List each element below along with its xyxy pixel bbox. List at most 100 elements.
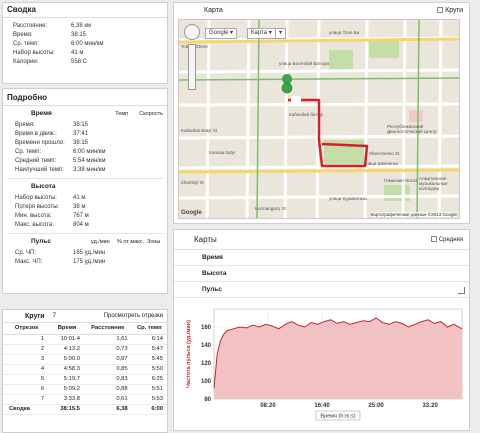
map-poi-diagnostic-center: Республиканский Диагностический Центр [387,124,437,134]
street-label-tole-bi-ru: улица Толе Би [329,30,360,35]
heart-rate-area [214,318,462,399]
chart-row-elevation[interactable]: Высота [174,266,469,282]
street-label-kabanbai: Кабанбай батыр [289,112,324,117]
summary-value: 41 м [71,50,84,56]
laps-col-header[interactable]: Время [50,323,84,335]
table-cell: 0,83 [83,374,132,385]
summary-value: 38:15 [71,32,87,38]
time-row: Время в движ.: 37:41 [3,130,167,139]
elevation-label: Макс. высота: [15,222,54,228]
laps-count: 7 [52,313,56,319]
table-cell: 3 [3,354,51,365]
street-label-bogenbai: улица Богенбай Батыра [279,61,330,66]
time-label: Наилучший темп: [15,167,64,173]
table-cell: 4 [3,364,51,375]
laps-col-header[interactable]: Расстояние [83,323,132,335]
time-label: Времени прошло: [15,140,65,146]
map-canvas[interactable]: Tole Bi Street улица Толе Би улица Боген… [178,19,460,219]
time-value: 5:54 мин/км [73,158,106,164]
pulse-section-header: Пульс уд./мин % от макс. Зоны [3,237,167,247]
table-cell: 0,61 [83,394,132,405]
table-row[interactable]: 5 5:19.7 0,83 6:25 [3,374,167,385]
time-label: Ср. темп: [15,149,42,155]
table-row[interactable]: 1 10:01.4 1,61 6:14 [3,334,167,345]
table-cell: 4:58.3 [50,364,84,375]
total-cell: 6,38 [83,404,132,415]
table-cell: 5:19.7 [50,374,84,385]
laps-col-header[interactable]: Отрезок [3,323,51,335]
time-row: Время: 38:15 [3,121,167,130]
table-row[interactable]: 3 5:00.0 0,87 5:45 [3,354,167,365]
summary-label: Ср. темп: [13,41,40,47]
col-zones[interactable]: Зоны [147,237,160,247]
avg-checkbox[interactable] [431,236,438,243]
time-row: Средний темп: 5:54 мин/км [3,157,167,166]
table-cell: 2 [3,344,51,355]
avg-toggle[interactable]: Средняя [431,230,463,250]
time-section-title: Время [31,110,52,117]
google-layer-label: Google [209,30,229,36]
table-cell: 6:14 [131,334,167,345]
table-cell: 5:45 [131,354,167,365]
laps-panel: Круги 7 Просмотреть отрезки Отрезок Время… [2,309,168,433]
zoom-slider[interactable] [188,44,196,90]
table-row[interactable]: 7 3:33.8 0,61 5:53 [3,394,167,405]
y-tick-label: 160 [201,325,212,331]
time-section-header: Время Темп Скорость [3,106,167,119]
pulse-row: Ср. ЧП: 165 уд./мин [3,249,167,258]
laps-toggle[interactable]: Круги [437,3,463,18]
x-tick-label: 16:40 [314,403,330,409]
elevation-value: 41 м [73,195,86,201]
pulse-list: Ср. ЧП: 165 уд./мин Макс. ЧП: 175 уд./мин [3,247,167,267]
map-type-dropdown[interactable]: ▾ [275,28,286,39]
map-attribution: Картографические данные ©2013 Google [370,212,457,217]
table-row[interactable]: 4 4:58.3 0,85 5:50 [3,364,167,375]
y-axis-label: Частота пульса (уд./мин) [186,320,192,388]
map-type-label: Карта [251,30,268,36]
map-type-button[interactable]: Карта ▾ [247,28,276,39]
summary-value: 6:00 мин/км [71,41,104,47]
table-cell: 0,85 [83,364,132,375]
elevation-section-header: Высота [3,182,167,192]
summary-value: 6,38 км [71,23,92,29]
map-poi-music-college: Алматинские музыкальные колледжи [419,176,448,191]
google-logo: Google [181,210,202,216]
detail-panel: Подробно Время Темп Скорость Время: 38:15… [2,88,168,294]
pulse-label: Макс. ЧП: [15,259,43,265]
table-cell: 5:09.2 [50,384,84,395]
summary-label: Калории: [13,59,39,65]
pulse-label: Ср. ЧП: [15,250,36,256]
table-cell: 5:51 [131,384,167,395]
pan-control[interactable] [184,24,200,40]
map-poi-gymnasium: Гимназия №134 [384,178,418,183]
laps-header: Круги 7 Просмотреть отрезки [3,310,167,323]
google-layer-button[interactable]: Google ▾ [205,28,238,39]
chart-row-pulse-label: Пульс [202,286,222,293]
laps-col-header[interactable]: Ср. темп [131,323,167,335]
chart-row-pulse[interactable]: Пульс [174,282,469,298]
laps-checkbox[interactable] [437,7,444,14]
chart-expand-icon[interactable] [458,287,465,294]
time-value: 38:15 [73,122,89,128]
col-speed[interactable]: Скорость [139,109,163,119]
chart-row-time[interactable]: Время [174,250,469,266]
view-splits-link[interactable]: Просмотреть отрезки [104,310,163,322]
pulse-section-title: Пульс [31,238,51,245]
charts-title: Карты [194,235,217,244]
summary-label: Время: [13,32,33,38]
table-row[interactable]: 2 4:13.2 0,73 5:47 [3,344,167,355]
time-label: Время: [15,122,35,128]
col-pct-max[interactable]: % от макс. [117,237,147,247]
x-tick-label: 25:00 [368,403,384,409]
table-cell: 5:50 [131,364,167,375]
y-tick-label: 100 [201,379,212,385]
elevation-label: Набор высоты: [15,195,57,201]
time-row: Времени прошло: 38:15 [3,139,167,148]
col-pace[interactable]: Темп [115,109,139,119]
table-cell: 0,73 [83,344,132,355]
col-bpm[interactable]: уд./мин [91,237,117,247]
table-row[interactable]: 6 5:09.2 0,88 5:51 [3,384,167,395]
summary-panel: Сводка Расстояние: 6,38 км Время: 38:15 Ср. … [2,2,168,84]
laps-table: Отрезок Время Расстояние Ср. темп 1 10:01.4 1… [3,323,167,415]
time-label: Средний темп: [15,158,57,164]
